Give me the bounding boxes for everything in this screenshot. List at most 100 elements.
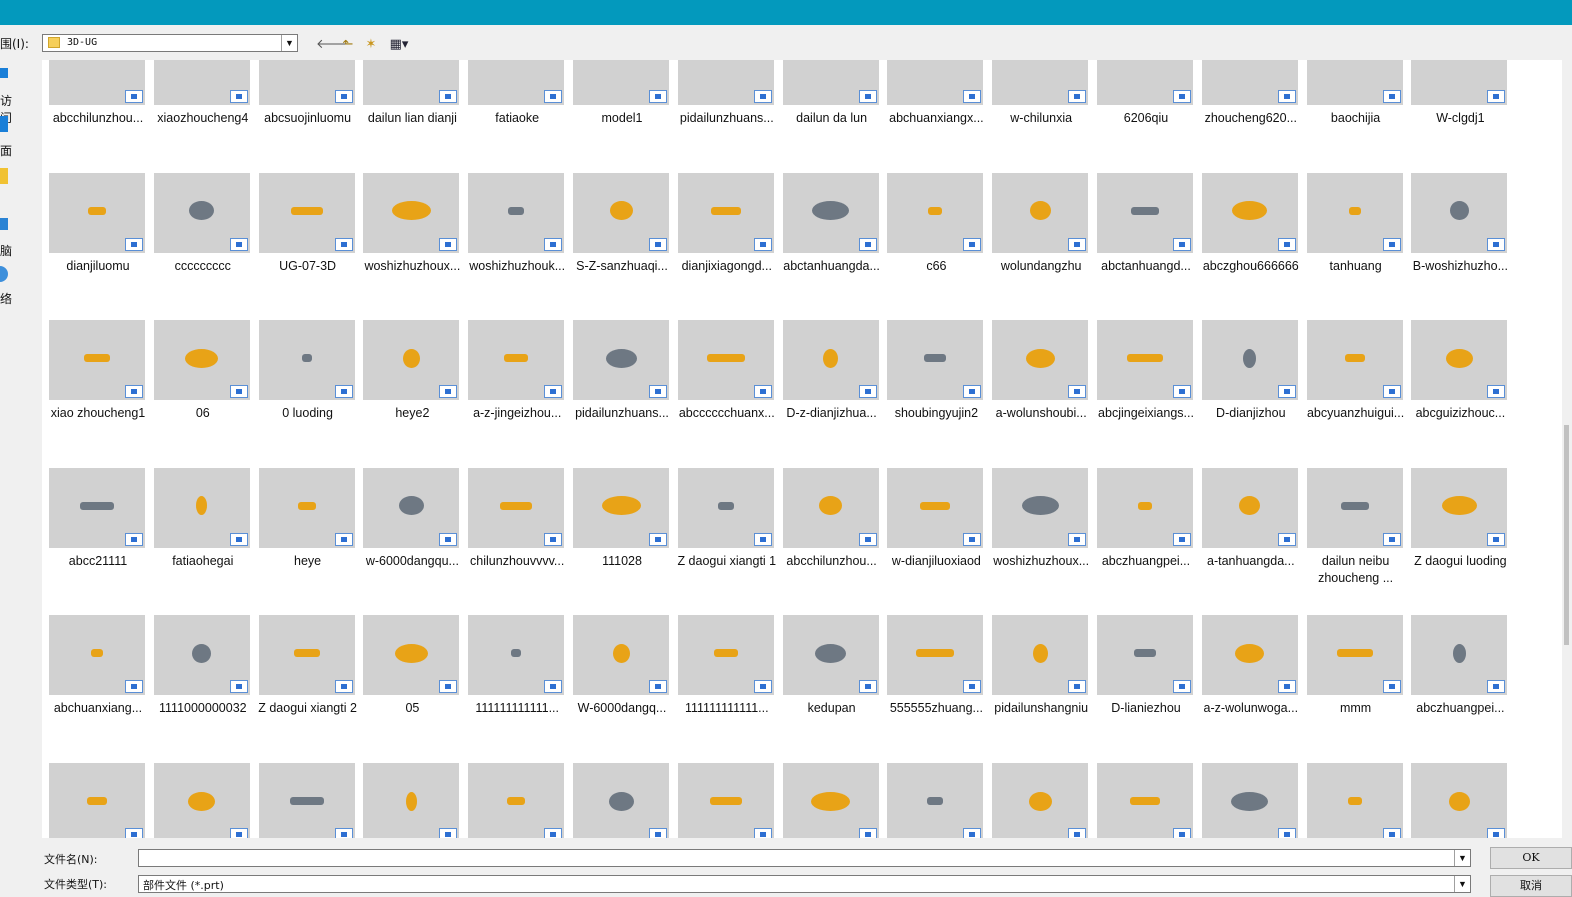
file-tile[interactable]: chilunzhouvvvv...	[465, 467, 569, 618]
file-tile[interactable]: woshizhuzhoux...	[360, 172, 464, 323]
file-tile[interactable]: dailun da lun	[780, 60, 884, 175]
ok-button[interactable]: OK	[1490, 847, 1572, 869]
file-tile[interactable]: abcyuanzhuigui...	[1304, 320, 1408, 470]
up-folder-icon[interactable]: ⬑	[339, 36, 357, 52]
view-menu-icon[interactable]: ▦▾	[385, 36, 413, 52]
scrollbar-thumb[interactable]	[1564, 425, 1569, 645]
file-list-view[interactable]: abcchilunzhou... xiaozhoucheng4 abcsuojinl…	[42, 60, 1562, 838]
file-tile[interactable]: pidailunshangniu	[989, 615, 1093, 765]
file-tile[interactable]: heye2	[360, 320, 464, 470]
file-tile[interactable]: Z daogui xiangti 1	[675, 467, 779, 618]
file-tile[interactable]: a-wolunshoubi...	[989, 320, 1093, 470]
file-tile[interactable]: abcsuojinluomu	[256, 60, 360, 175]
file-tile[interactable]: abcjingeixiangs...	[1094, 320, 1198, 470]
file-tile[interactable]: abcguizizhouc...	[1408, 320, 1512, 470]
file-tile[interactable]: dianjixiagongd...	[675, 172, 779, 323]
file-tile[interactable]: 555555zhuang...	[884, 615, 988, 765]
file-tile[interactable]	[675, 763, 779, 838]
file-tile[interactable]	[989, 763, 1093, 838]
filetype-select[interactable]: 部件文件 (*.prt)	[138, 875, 1471, 893]
file-tile[interactable]: D-z-dianjizhua...	[780, 320, 884, 470]
file-tile[interactable]: abcchilunzhou...	[46, 60, 150, 175]
file-tile[interactable]: w-6000dangqu...	[360, 467, 464, 618]
file-tile[interactable]: w-chilunxia	[989, 60, 1093, 175]
file-tile[interactable]	[780, 763, 884, 838]
file-tile[interactable]: abchuanxiangx...	[884, 60, 988, 175]
file-tile[interactable]: abcccccchuanx...	[675, 320, 779, 470]
vertical-scrollbar[interactable]	[1562, 60, 1572, 838]
file-tile[interactable]: 0 luoding	[256, 320, 360, 470]
file-tile[interactable]: model1	[570, 60, 674, 175]
file-tile[interactable]: xiaozhoucheng4	[151, 60, 255, 175]
file-tile[interactable]: abczghou666666	[1199, 172, 1303, 323]
file-tile[interactable]: xiao zhoucheng1	[46, 320, 150, 470]
file-tile[interactable]: Z daogui xiangti 2	[256, 615, 360, 765]
file-tile[interactable]: dailun lian dianji	[360, 60, 464, 175]
file-tile[interactable]: Z daogui luoding	[1408, 467, 1512, 618]
file-tile[interactable]: B-woshizhuzho...	[1408, 172, 1512, 323]
file-tile[interactable]: zhoucheng620...	[1199, 60, 1303, 175]
file-tile[interactable]	[1199, 763, 1303, 838]
new-folder-icon[interactable]: ✶	[362, 36, 380, 52]
file-tile[interactable]: tanhuang	[1304, 172, 1408, 323]
file-tile[interactable]: pidailunzhuans...	[675, 60, 779, 175]
file-tile[interactable]: W-6000dangq...	[570, 615, 674, 765]
file-tile[interactable]: D-dianjizhou	[1199, 320, 1303, 470]
file-tile[interactable]: dianjiluomu	[46, 172, 150, 323]
file-tile[interactable]: 05	[360, 615, 464, 765]
file-tile[interactable]: abcc21111	[46, 467, 150, 618]
file-tile[interactable]	[1408, 763, 1512, 838]
title-bar[interactable]	[0, 0, 1572, 25]
file-tile[interactable]: abctanhuangda...	[780, 172, 884, 323]
file-tile[interactable]: 111111111111...	[675, 615, 779, 765]
file-tile[interactable]: shoubingyujin2	[884, 320, 988, 470]
file-tile[interactable]: woshizhuzhouk...	[465, 172, 569, 323]
file-tile[interactable]: a-z-wolunwoga...	[1199, 615, 1303, 765]
file-tile[interactable]: woshizhuzhoux...	[989, 467, 1093, 618]
file-tile[interactable]	[46, 763, 150, 838]
file-tile[interactable]: 111111111111...	[465, 615, 569, 765]
file-tile[interactable]: wolundangzhu	[989, 172, 1093, 323]
file-tile[interactable]: ccccccccc	[151, 172, 255, 323]
file-tile[interactable]: kedupan	[780, 615, 884, 765]
file-tile[interactable]: UG-07-3D	[256, 172, 360, 323]
file-tile[interactable]	[465, 763, 569, 838]
file-tile[interactable]: baochijia	[1304, 60, 1408, 175]
file-tile[interactable]: D-lianiezhou	[1094, 615, 1198, 765]
file-tile[interactable]	[1094, 763, 1198, 838]
file-tile[interactable]: heye	[256, 467, 360, 618]
cancel-button[interactable]: 取消	[1490, 875, 1572, 897]
file-tile[interactable]: S-Z-sanzhuaqi...	[570, 172, 674, 323]
chevron-down-icon[interactable]: ▼	[1454, 876, 1470, 892]
file-tile[interactable]: fatiaohegai	[151, 467, 255, 618]
back-arrow-icon[interactable]: 🡐	[316, 36, 351, 52]
chevron-down-icon[interactable]: ▼	[281, 35, 297, 51]
file-tile[interactable]	[1304, 763, 1408, 838]
filename-input[interactable]	[138, 849, 1471, 867]
file-tile[interactable]: 1111000000032	[151, 615, 255, 765]
file-tile[interactable]: abczhuangpei...	[1408, 615, 1512, 765]
chevron-down-icon[interactable]: ▼	[1454, 850, 1470, 866]
file-tile[interactable]	[151, 763, 255, 838]
file-tile[interactable]: a-tanhuangda...	[1199, 467, 1303, 618]
file-tile[interactable]: c66	[884, 172, 988, 323]
file-tile[interactable]: w-dianjiluoxiaod	[884, 467, 988, 618]
file-tile[interactable]: W-clgdj1	[1408, 60, 1512, 175]
file-tile[interactable]: 06	[151, 320, 255, 470]
file-tile[interactable]: fatiaoke	[465, 60, 569, 175]
file-tile[interactable]	[360, 763, 464, 838]
file-tile[interactable]: pidailunzhuans...	[570, 320, 674, 470]
file-tile[interactable]: 6206qiu	[1094, 60, 1198, 175]
look-in-combo[interactable]: 3D-UG ▼	[42, 34, 298, 52]
file-tile[interactable]: 111028	[570, 467, 674, 618]
file-tile[interactable]: mmm	[1304, 615, 1408, 765]
file-tile[interactable]: a-z-jingeizhou...	[465, 320, 569, 470]
file-tile[interactable]: abczhuangpei...	[1094, 467, 1198, 618]
file-tile[interactable]	[884, 763, 988, 838]
file-tile[interactable]: abchuanxiang...	[46, 615, 150, 765]
file-tile[interactable]: dailun neibu zhoucheng ...	[1304, 467, 1408, 618]
file-tile[interactable]	[256, 763, 360, 838]
file-tile[interactable]: abctanhuangd...	[1094, 172, 1198, 323]
file-tile[interactable]	[570, 763, 674, 838]
file-tile[interactable]: abcchilunzhou...	[780, 467, 884, 618]
